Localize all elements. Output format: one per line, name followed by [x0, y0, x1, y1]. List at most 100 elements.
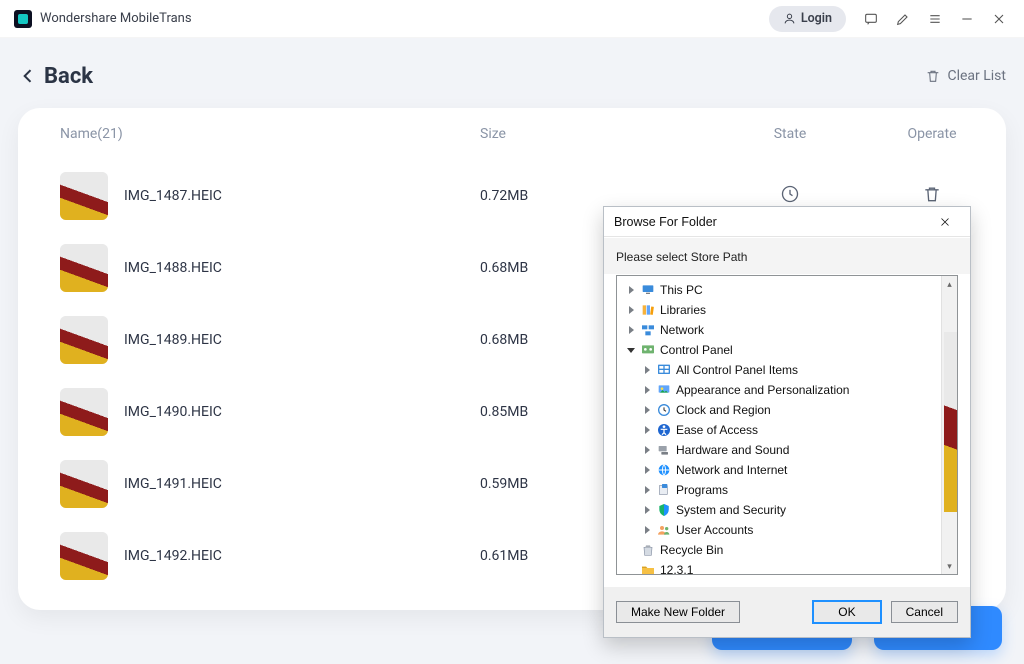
- scroll-down-arrow[interactable]: ▾: [942, 558, 957, 574]
- tree-node-label: Network and Internet: [676, 463, 787, 477]
- tree-node[interactable]: Libraries: [619, 300, 955, 320]
- tree-node-label: User Accounts: [676, 523, 753, 537]
- make-new-folder-button[interactable]: Make New Folder: [616, 601, 740, 623]
- col-operate: Operate: [900, 126, 964, 142]
- login-label: Login: [801, 11, 832, 26]
- dialog-subtitle: Please select Store Path: [604, 237, 970, 275]
- folder-icon: [640, 562, 656, 574]
- disclosure-toggle[interactable]: [641, 444, 653, 456]
- pending-icon: [780, 184, 800, 204]
- disclosure-toggle[interactable]: [641, 464, 653, 476]
- users-icon: [656, 522, 672, 538]
- tree-node[interactable]: Network: [619, 320, 955, 340]
- file-size: 0.72MB: [480, 188, 680, 204]
- disclosure-toggle[interactable]: [625, 344, 637, 356]
- tree-node-label: All Control Panel Items: [676, 363, 798, 377]
- file-thumbnail: [60, 316, 108, 364]
- disclosure-toggle[interactable]: [641, 504, 653, 516]
- tree-node[interactable]: Programs: [619, 480, 955, 500]
- network-icon: [640, 322, 656, 338]
- dialog-buttons: Make New Folder OK Cancel: [604, 587, 970, 637]
- clear-list-button[interactable]: Clear List: [925, 68, 1006, 84]
- menu-icon[interactable]: [924, 8, 946, 30]
- tree-node-label: Hardware and Sound: [676, 443, 789, 457]
- tree-node[interactable]: Clock and Region: [619, 400, 955, 420]
- folder-tree-content[interactable]: This PC Libraries Network Control Panel All …: [617, 276, 957, 574]
- file-thumbnail: [60, 172, 108, 220]
- disclosure-toggle[interactable]: [625, 324, 637, 336]
- tree-scrollbar[interactable]: ▴ ▾: [941, 276, 957, 574]
- login-button[interactable]: Login: [769, 6, 846, 32]
- disclosure-toggle[interactable]: [641, 404, 653, 416]
- clock-icon: [656, 402, 672, 418]
- file-thumbnail: [60, 460, 108, 508]
- file-name: IMG_1490.HEIC: [124, 404, 222, 420]
- col-name: Name(21): [60, 126, 480, 142]
- tree-node[interactable]: All Control Panel Items: [619, 360, 955, 380]
- titlebar: Wondershare MobileTrans Login: [0, 0, 1024, 38]
- disclosure-toggle[interactable]: [625, 284, 637, 296]
- tree-node[interactable]: Hardware and Sound: [619, 440, 955, 460]
- file-thumbnail: [60, 532, 108, 580]
- delete-row-button[interactable]: [922, 184, 942, 204]
- disclosure-toggle[interactable]: [641, 364, 653, 376]
- file-thumbnail: [60, 388, 108, 436]
- ease-icon: [656, 422, 672, 438]
- file-name: IMG_1488.HEIC: [124, 260, 222, 276]
- tree-node[interactable]: Ease of Access: [619, 420, 955, 440]
- disclosure-toggle[interactable]: [625, 304, 637, 316]
- file-name: IMG_1489.HEIC: [124, 332, 222, 348]
- tree-node-label: Recycle Bin: [660, 543, 723, 557]
- disclosure-toggle[interactable]: [641, 524, 653, 536]
- control-icon: [640, 342, 656, 358]
- minimize-button[interactable]: [956, 8, 978, 30]
- dialog-title: Browse For Folder: [614, 215, 717, 229]
- scroll-up-arrow[interactable]: ▴: [942, 276, 957, 292]
- col-state: State: [680, 126, 900, 142]
- pc-icon: [640, 282, 656, 298]
- col-size: Size: [480, 126, 680, 142]
- tree-node-label: Programs: [676, 483, 728, 497]
- net-int-icon: [656, 462, 672, 478]
- appearance-icon: [656, 382, 672, 398]
- tree-node-label: Clock and Region: [676, 403, 771, 417]
- tree-node-label: This PC: [660, 283, 703, 297]
- file-name: IMG_1492.HEIC: [124, 548, 222, 564]
- tree-node[interactable]: Network and Internet: [619, 460, 955, 480]
- dialog-close-button[interactable]: [928, 211, 962, 233]
- tree-node-label: Control Panel: [660, 343, 733, 357]
- disclosure-toggle[interactable]: [641, 484, 653, 496]
- hardware-icon: [656, 442, 672, 458]
- programs-icon: [656, 482, 672, 498]
- tree-node[interactable]: Control Panel: [619, 340, 955, 360]
- tree-node[interactable]: 12.3.1: [619, 560, 955, 574]
- edit-icon[interactable]: [892, 8, 914, 30]
- tree-node-label: Libraries: [660, 303, 706, 317]
- close-window-button[interactable]: [988, 8, 1010, 30]
- tree-node-label: System and Security: [676, 503, 786, 517]
- security-icon: [656, 502, 672, 518]
- dialog-titlebar[interactable]: Browse For Folder: [604, 207, 970, 237]
- tree-node[interactable]: Recycle Bin: [619, 540, 955, 560]
- cancel-button[interactable]: Cancel: [891, 601, 958, 623]
- tree-node[interactable]: Appearance and Personalization: [619, 380, 955, 400]
- tree-node-label: Network: [660, 323, 704, 337]
- tree-node-label: Ease of Access: [676, 423, 758, 437]
- ok-button[interactable]: OK: [813, 601, 880, 623]
- libraries-icon: [640, 302, 656, 318]
- tree-node-label: 12.3.1: [660, 563, 693, 574]
- tree-node[interactable]: This PC: [619, 280, 955, 300]
- feedback-icon[interactable]: [860, 8, 882, 30]
- tree-node[interactable]: User Accounts: [619, 520, 955, 540]
- back-button[interactable]: Back: [18, 64, 93, 89]
- list-header: Name(21) Size State Operate: [18, 108, 1006, 160]
- browse-folder-dialog: Browse For Folder Please select Store Pa…: [603, 206, 971, 638]
- disclosure-toggle[interactable]: [641, 384, 653, 396]
- scroll-thumb[interactable]: [944, 332, 958, 512]
- cp-items-icon: [656, 362, 672, 378]
- disclosure-toggle[interactable]: [641, 424, 653, 436]
- recycle-icon: [640, 542, 656, 558]
- tree-node[interactable]: System and Security: [619, 500, 955, 520]
- close-icon: [939, 216, 951, 228]
- trash-icon: [925, 68, 941, 84]
